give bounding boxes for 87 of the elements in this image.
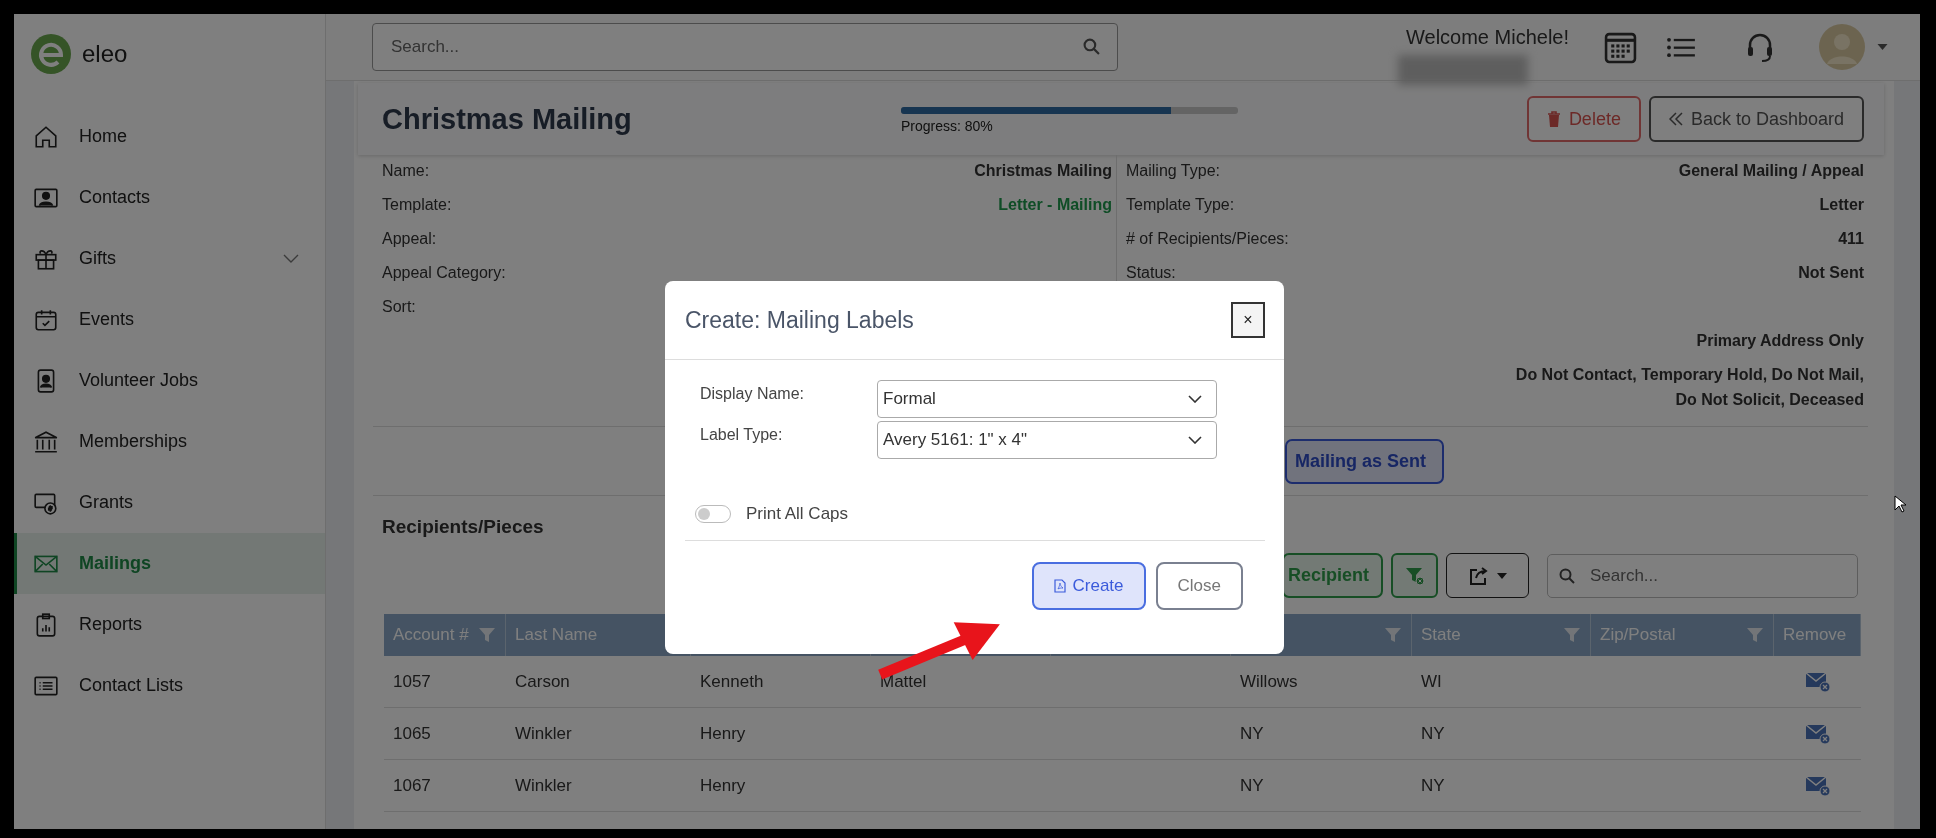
mark-sent-button[interactable]: Mailing as Sent (1285, 438, 1445, 484)
export-button[interactable] (1446, 553, 1529, 598)
list-icon[interactable] (1666, 35, 1695, 59)
detail-label: Template: (382, 196, 452, 214)
detail-label: Appeal: (382, 230, 437, 248)
table-cell: 1067 (393, 775, 431, 796)
detail-label: Mailing Type: (1126, 162, 1220, 180)
back-button[interactable]: Back to Dashboard (1648, 96, 1864, 142)
table-cell: Carson (515, 671, 570, 692)
sidebar-item[interactable]: Home (14, 106, 325, 167)
table-cell: NY (1240, 775, 1264, 796)
sidebar-item[interactable]: Volunteer Jobs (14, 350, 325, 411)
sidebar-item[interactable]: Grants (14, 472, 325, 533)
search-field[interactable]: Search... (1547, 553, 1858, 598)
toggle-switch[interactable] (695, 505, 731, 523)
detail-label: Appeal Category: (382, 264, 506, 282)
sidebar-item[interactable]: Memberships (14, 411, 325, 472)
table-cell: Mattel (880, 671, 927, 692)
search-icon (1083, 38, 1100, 55)
table-cell: Willows (1240, 671, 1298, 692)
table-cell: NY (1240, 723, 1264, 744)
table-cell: NY (1421, 775, 1445, 796)
field-label: Label Type: (700, 425, 784, 444)
table-cell: Henry (700, 775, 746, 796)
template-link[interactable]: Letter - Mailing (998, 196, 1112, 214)
filter-icon[interactable] (1564, 627, 1580, 643)
welcome-text: Welcome Michele! (1406, 26, 1571, 49)
table-cell: Henry (700, 723, 746, 744)
trash-icon (1546, 111, 1561, 127)
chevron-icon (1188, 395, 1202, 403)
pdf-file-icon (1053, 579, 1066, 593)
table-cell: Kenneth (700, 671, 764, 692)
brand-name: eleo (82, 40, 128, 68)
chevron-icon (1188, 436, 1202, 444)
detail-label: Template Type: (1126, 196, 1235, 214)
detail-value: Letter (1819, 195, 1864, 215)
table-cell: Winkler (515, 723, 572, 744)
caret-icon[interactable] (1877, 44, 1888, 50)
field-label: Display Name: (700, 384, 806, 403)
detail-value: Do Not Contact, Temporary Hold, Do Not Mail, Do Not Solicit, Deceased (1514, 365, 1864, 410)
logo-icon (30, 33, 72, 75)
clear-filter-button[interactable] (1391, 553, 1438, 598)
detail-label: Name: (382, 162, 430, 180)
table-cell: Winkler (515, 775, 572, 796)
remove-mail-icon[interactable] (1804, 722, 1831, 745)
table-cell: WI (1421, 671, 1442, 692)
detail-label: Sort: (382, 298, 416, 316)
sidebar-item[interactable]: Mailings (14, 533, 325, 594)
table-cell: 1065 (393, 723, 431, 744)
close-button[interactable]: × (1231, 302, 1265, 338)
detail-label: # of Recipients/Pieces: (1126, 230, 1289, 248)
sidebar-item[interactable]: Reports (14, 594, 325, 655)
progress-label: Progress: 80% (901, 117, 994, 134)
detail-value: Christmas Mailing (974, 162, 1112, 180)
toggle-label: Print All Caps (746, 504, 849, 524)
remove-mail-icon[interactable] (1804, 774, 1831, 797)
detail-label: Status: (1126, 264, 1176, 282)
create-button[interactable]: Create (1031, 562, 1146, 610)
double-chevron-icon (1668, 111, 1683, 127)
caret-icon (1496, 572, 1507, 579)
search-icon (1559, 567, 1575, 584)
calendar-icon[interactable] (1604, 30, 1637, 64)
section-title: Recipients/Pieces (382, 516, 545, 538)
search-field[interactable]: Search... (372, 23, 1118, 71)
headset-icon[interactable] (1746, 31, 1774, 63)
detail-value: 411 (1838, 229, 1864, 249)
filter-icon[interactable] (1385, 627, 1401, 643)
sidebar-item[interactable]: Events (14, 289, 325, 350)
sidebar-item[interactable]: Contacts (14, 167, 325, 228)
detail-value: Not Sent (1798, 263, 1864, 283)
modal-title: Create: Mailing Labels (685, 306, 914, 334)
export-icon (1468, 565, 1489, 586)
filter-icon[interactable] (1747, 627, 1763, 643)
detail-value: Primary Address Only (1696, 331, 1864, 351)
select-field[interactable]: Formal (877, 380, 1217, 418)
table-cell: 1057 (393, 671, 431, 692)
sidebar-item[interactable]: Gifts (14, 228, 325, 289)
delete-button[interactable]: Delete (1526, 96, 1641, 142)
sidebar-item[interactable]: Contact Lists (14, 655, 325, 716)
page-title: Christmas Mailing (382, 102, 633, 136)
table-cell: NY (1421, 723, 1445, 744)
remove-mail-icon[interactable] (1804, 670, 1831, 693)
close-button[interactable]: Close (1155, 562, 1243, 610)
select-field[interactable]: Avery 5161: 1" x 4" (877, 421, 1217, 459)
filter-icon[interactable] (479, 627, 495, 643)
filter-icon (1404, 565, 1425, 586)
detail-value: General Mailing / Appeal (1678, 161, 1864, 181)
